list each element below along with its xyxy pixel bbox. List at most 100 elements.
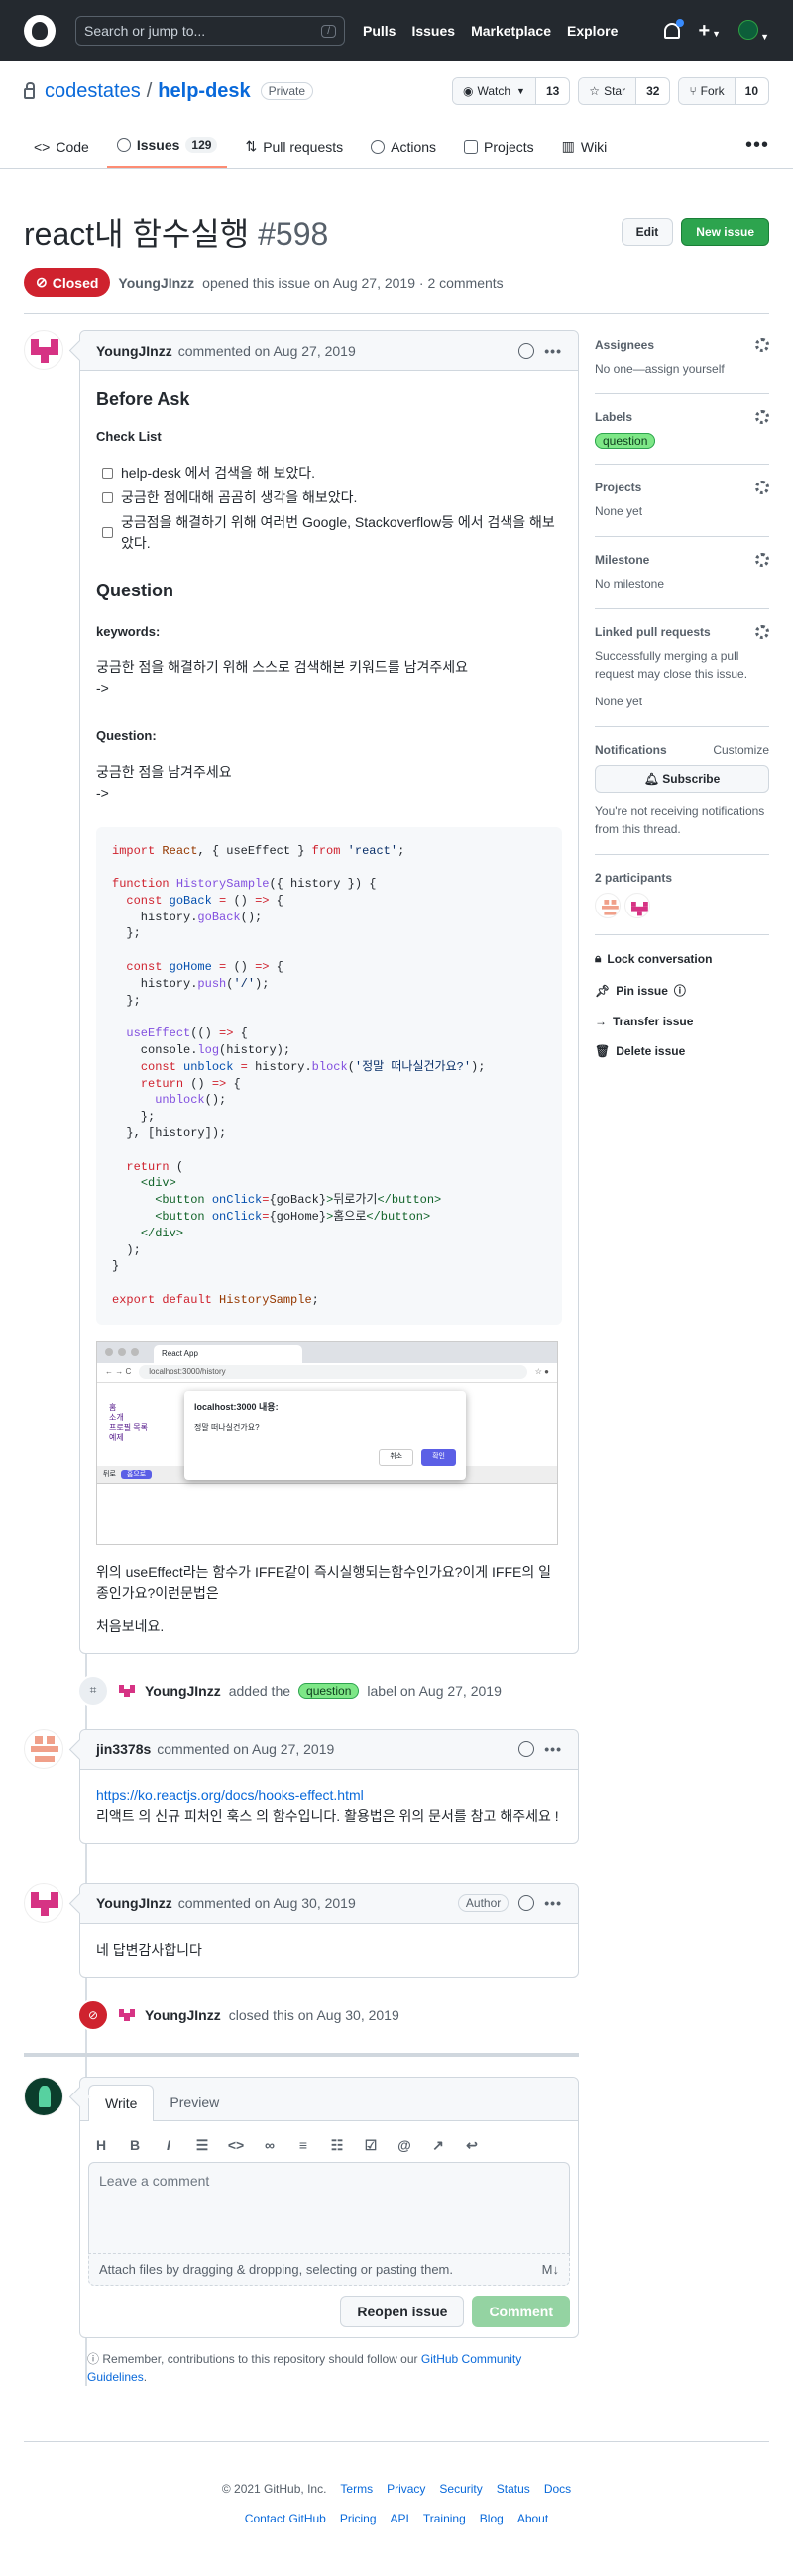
footer-link[interactable]: Security [439,2482,482,2496]
nav-explore[interactable]: Explore [567,23,618,39]
comment-timestamp[interactable]: commented on Aug 27, 2019 [178,343,356,359]
tab-projects[interactable]: Projects [454,139,544,168]
tab-write[interactable]: Write [88,2084,155,2121]
more-tabs-button[interactable]: ••• [745,134,769,168]
avatar[interactable] [624,893,650,918]
avatar[interactable] [117,1681,137,1701]
link-icon[interactable]: ∞ [261,2137,279,2154]
footer-link[interactable]: Privacy [387,2482,425,2496]
tab-actions[interactable]: Actions [361,139,446,168]
footer-link[interactable]: Status [497,2482,530,2496]
repo-name-link[interactable]: help-desk [158,80,250,103]
assignees-value[interactable]: No one—assign yourself [595,360,769,377]
avatar[interactable] [595,893,621,918]
tab-preview[interactable]: Preview [154,2085,235,2120]
docs-link[interactable]: https://ko.reactjs.org/docs/hooks-effect… [96,1787,364,1803]
star-button[interactable]: ☆ Star [579,78,637,104]
watch-button[interactable]: ◉ Watch ▼ [452,78,536,104]
github-logo-icon[interactable] [24,15,56,47]
bold-icon[interactable]: B [126,2137,144,2154]
comment-author[interactable]: jin3378s [96,1741,151,1757]
reopen-issue-button[interactable]: Reopen issue [340,2295,465,2327]
search-input[interactable]: Search or jump to... / [75,16,345,46]
mention-icon[interactable]: @ [396,2137,413,2154]
comment-timestamp[interactable]: commented on Aug 27, 2019 [157,1741,334,1757]
transfer-issue-button[interactable]: → Transfer issue [595,1015,769,1028]
nav-issues[interactable]: Issues [411,23,455,39]
reply-icon[interactable]: ↩ [463,2137,481,2154]
lock-conversation-button[interactable]: 🔒︎ Lock conversation [595,951,769,966]
delete-issue-button[interactable]: 🗑︎ Delete issue [595,1044,769,1058]
comment-timestamp[interactable]: commented on Aug 30, 2019 [178,1895,356,1911]
avatar[interactable] [24,1728,63,1769]
fork-button[interactable]: ⑂ Fork [679,78,736,104]
code-icon[interactable]: <> [227,2137,245,2154]
comment-options-icon[interactable]: ••• [544,343,562,359]
code-token: import [112,843,163,858]
pin-issue-button[interactable]: 📌︎ Pin issue ⓘ [595,982,769,999]
issue-author-link[interactable]: YoungJInzz [118,275,194,291]
add-reaction-icon[interactable] [518,342,535,359]
star-count[interactable]: 32 [636,78,669,104]
customize-link[interactable]: Customize [713,743,769,757]
label-badge[interactable]: question [595,433,656,449]
footer-link[interactable]: Docs [544,2482,571,2496]
embedded-screenshot[interactable]: React App ← → C localhost:3000/history ☆ ●… [96,1340,558,1545]
footer-link[interactable]: Terms [340,2482,373,2496]
label-badge[interactable]: question [298,1682,360,1699]
tab-issues[interactable]: Issues 129 [106,137,228,168]
new-issue-button[interactable]: New issue [681,218,769,246]
subscribe-button[interactable]: 🔔︎ Subscribe [595,765,769,793]
comment-options-icon[interactable]: ••• [544,1741,562,1757]
nav-marketplace[interactable]: Marketplace [471,23,551,39]
unordered-list-icon[interactable]: ≡ [294,2137,312,2154]
gear-icon[interactable] [755,625,769,639]
avatar[interactable] [24,2076,63,2116]
nav-pulls[interactable]: Pulls [363,23,396,39]
task-checkbox[interactable] [102,527,113,538]
add-reaction-icon[interactable] [518,1895,535,1912]
footer-link[interactable]: Blog [480,2512,504,2525]
task-checkbox[interactable] [102,467,113,479]
ordered-list-icon[interactable]: ☷ [328,2137,346,2154]
watch-count[interactable]: 13 [536,78,569,104]
tab-code[interactable]: <> Code [24,139,99,168]
user-menu[interactable]: ▼ [738,19,769,43]
avatar[interactable] [24,1882,63,1923]
repo-owner-link[interactable]: codestates [45,80,141,103]
footer-link[interactable]: About [517,2512,548,2525]
task-checkbox[interactable] [102,491,113,503]
comment-textarea[interactable]: Leave a comment [88,2161,570,2253]
footer-link[interactable]: Contact GitHub [245,2512,326,2525]
footer-link[interactable]: API [391,2512,409,2525]
code-line: <button onClick={goBack}>뒤로가기</button> [112,1192,546,1209]
gear-icon[interactable] [755,410,769,424]
heading-icon[interactable]: H [92,2137,110,2154]
footer-link[interactable]: Pricing [340,2512,377,2525]
event-actor[interactable]: YoungJInzz [145,2007,221,2023]
comment-options-icon[interactable]: ••• [544,1895,562,1911]
avatar[interactable] [24,330,63,370]
notifications-bell-icon[interactable] [664,19,685,39]
task-list-icon[interactable]: ☑ [362,2137,380,2154]
footer-link[interactable]: Training [423,2512,466,2525]
edit-button[interactable]: Edit [621,218,674,246]
gear-icon[interactable] [755,338,769,352]
create-new-menu[interactable]: + ▼ [698,20,721,43]
gear-icon[interactable] [755,481,769,494]
tab-wiki[interactable]: ▥ Wiki [552,138,618,168]
fork-count[interactable]: 10 [736,78,768,104]
comment-author[interactable]: YoungJInzz [96,343,172,359]
gear-icon[interactable] [755,553,769,567]
italic-icon[interactable]: I [160,2137,177,2154]
avatar[interactable] [117,2005,137,2025]
event-actor[interactable]: YoungJInzz [145,1683,221,1699]
attach-files-area[interactable]: Attach files by dragging & dropping, sel… [88,2252,570,2286]
quote-icon[interactable]: ☰ [193,2137,211,2154]
reference-icon[interactable]: ↗ [429,2137,447,2154]
comment-submit-button[interactable]: Comment [472,2295,570,2327]
tab-pull-requests[interactable]: ⇅ Pull requests [235,138,353,168]
add-reaction-icon[interactable] [518,1741,535,1758]
comment-author[interactable]: YoungJInzz [96,1895,172,1911]
